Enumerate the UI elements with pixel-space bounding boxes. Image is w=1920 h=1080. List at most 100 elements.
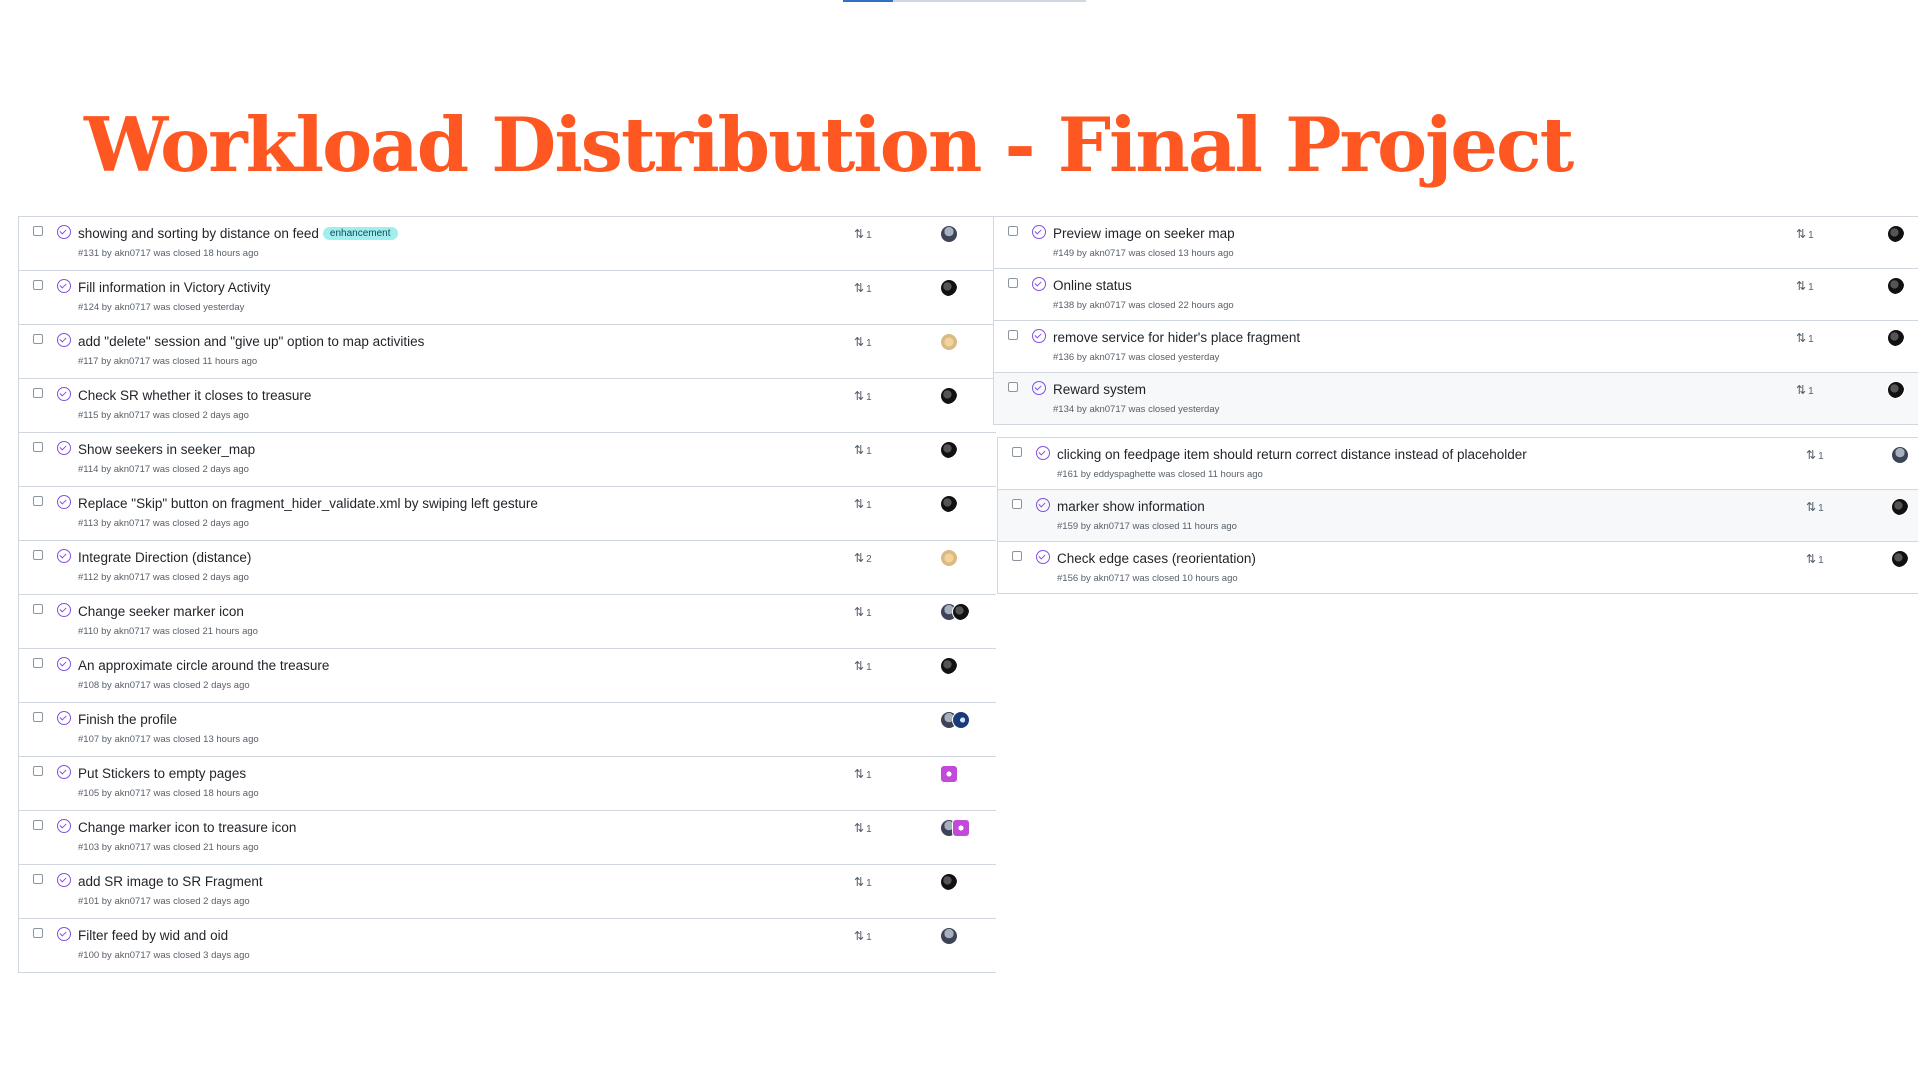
issue-title-link[interactable]: showing and sorting by distance on feed e…	[78, 226, 398, 241]
issue-checkbox[interactable]	[1008, 226, 1018, 236]
issue-checkbox[interactable]	[1008, 278, 1018, 288]
avatar[interactable]	[940, 387, 958, 405]
linked-pr-link[interactable]: ⇅ 1	[854, 443, 872, 457]
issue-row[interactable]: remove service for hider's place fragmen…	[994, 321, 1918, 373]
issue-title-link[interactable]: clicking on feedpage item should return …	[1057, 447, 1527, 462]
linked-pr-link[interactable]: ⇅ 1	[1796, 227, 1814, 241]
issue-title-link[interactable]: Show seekers in seeker_map	[78, 442, 255, 457]
issue-checkbox[interactable]	[33, 496, 43, 506]
linked-pr-link[interactable]: ⇅ 1	[854, 767, 872, 781]
avatar[interactable]	[940, 873, 958, 891]
linked-pr-link[interactable]: ⇅ 1	[854, 821, 872, 835]
avatar[interactable]	[1887, 225, 1905, 243]
issue-row[interactable]: add "delete" session and "give up" optio…	[19, 325, 996, 379]
issue-title-link[interactable]: An approximate circle around the treasur…	[78, 658, 329, 673]
linked-pr-link[interactable]: ⇅ 1	[854, 389, 872, 403]
avatar[interactable]	[952, 819, 970, 837]
avatar[interactable]	[940, 765, 958, 783]
issue-title-link[interactable]: add "delete" session and "give up" optio…	[78, 334, 424, 349]
issue-row[interactable]: Filter feed by wid and oid #100 by akn071…	[19, 919, 996, 972]
issue-title-link[interactable]: Replace "Skip" button on fragment_hider_…	[78, 496, 538, 511]
issue-row[interactable]: Change seeker marker icon #110 by akn0717…	[19, 595, 996, 649]
linked-pr-link[interactable]: ⇅ 1	[854, 497, 872, 511]
issue-checkbox[interactable]	[33, 550, 43, 560]
issue-checkbox[interactable]	[33, 820, 43, 830]
issue-checkbox[interactable]	[33, 712, 43, 722]
linked-pr-link[interactable]: ⇅ 1	[854, 659, 872, 673]
linked-pr-link[interactable]: ⇅ 1	[1796, 279, 1814, 293]
avatar[interactable]	[940, 441, 958, 459]
avatar[interactable]	[940, 495, 958, 513]
issue-row[interactable]: Integrate Direction (distance) #112 by ak…	[19, 541, 996, 595]
issue-checkbox[interactable]	[33, 280, 43, 290]
issue-title-link[interactable]: Put Stickers to empty pages	[78, 766, 246, 781]
issue-checkbox[interactable]	[1012, 551, 1022, 561]
issue-checkbox[interactable]	[1008, 330, 1018, 340]
issue-row[interactable]: Reward system #134 by akn0717 was closed …	[994, 373, 1918, 424]
issue-checkbox[interactable]	[33, 388, 43, 398]
avatar[interactable]	[940, 657, 958, 675]
issue-row[interactable]: Preview image on seeker map #149 by akn07…	[994, 217, 1918, 269]
issue-title-link[interactable]: Online status	[1053, 278, 1132, 293]
avatar[interactable]	[940, 549, 958, 567]
avatar[interactable]	[1891, 498, 1909, 516]
avatar[interactable]	[940, 927, 958, 945]
linked-pr-link[interactable]: ⇅ 1	[1796, 383, 1814, 397]
linked-pr-link[interactable]: ⇅ 1	[854, 875, 872, 889]
issue-title-link[interactable]: Check edge cases (reorientation)	[1057, 551, 1256, 566]
issue-row[interactable]: Show seekers in seeker_map #114 by akn071…	[19, 433, 996, 487]
issue-row[interactable]: marker show information #159 by akn0717 w…	[998, 490, 1918, 542]
issue-title-link[interactable]: Change marker icon to treasure icon	[78, 820, 296, 835]
avatar[interactable]	[952, 603, 970, 621]
issue-row[interactable]: Finish the profile #107 by akn0717 was cl…	[19, 703, 996, 757]
issue-row[interactable]: clicking on feedpage item should return …	[998, 438, 1918, 490]
issue-row[interactable]: add SR image to SR Fragment #101 by akn07…	[19, 865, 996, 919]
issue-row[interactable]: Fill information in Victory Activity #124…	[19, 271, 996, 325]
linked-pr-link[interactable]: ⇅ 1	[854, 281, 872, 295]
linked-pr-link[interactable]: ⇅ 1	[854, 929, 872, 943]
issue-title-link[interactable]: Change seeker marker icon	[78, 604, 244, 619]
issue-checkbox[interactable]	[33, 604, 43, 614]
issue-row[interactable]: Check SR whether it closes to treasure #1…	[19, 379, 996, 433]
issue-title-link[interactable]: Integrate Direction (distance)	[78, 550, 251, 565]
linked-pr-link[interactable]: ⇅ 1	[1806, 500, 1824, 514]
linked-pr-link[interactable]: ⇅ 1	[1796, 331, 1814, 345]
issue-row[interactable]: Change marker icon to treasure icon #103 …	[19, 811, 996, 865]
issue-checkbox[interactable]	[33, 766, 43, 776]
linked-pr-link[interactable]: ⇅ 1	[1806, 448, 1824, 462]
issue-row[interactable]: An approximate circle around the treasur…	[19, 649, 996, 703]
issue-checkbox[interactable]	[1012, 447, 1022, 457]
avatar[interactable]	[940, 279, 958, 297]
linked-pr-link[interactable]: ⇅ 1	[854, 227, 872, 241]
issue-title-link[interactable]: add SR image to SR Fragment	[78, 874, 263, 889]
issue-row[interactable]: Online status #138 by akn0717 was closed …	[994, 269, 1918, 321]
issue-checkbox[interactable]	[33, 874, 43, 884]
avatar[interactable]	[940, 333, 958, 351]
issue-checkbox[interactable]	[33, 658, 43, 668]
avatar[interactable]	[952, 711, 970, 729]
issue-row[interactable]: Check edge cases (reorientation) #156 by …	[998, 542, 1918, 593]
issue-checkbox[interactable]	[33, 226, 43, 236]
avatar[interactable]	[1887, 277, 1905, 295]
issue-row[interactable]: showing and sorting by distance on feed e…	[19, 217, 996, 271]
linked-pr-link[interactable]: ⇅ 2	[854, 551, 872, 565]
avatar[interactable]	[1887, 381, 1905, 399]
issue-title-link[interactable]: Fill information in Victory Activity	[78, 280, 271, 295]
issue-checkbox[interactable]	[33, 928, 43, 938]
issue-checkbox[interactable]	[33, 334, 43, 344]
avatar[interactable]	[940, 225, 958, 243]
issue-title-link[interactable]: marker show information	[1057, 499, 1205, 514]
avatar[interactable]	[1887, 329, 1905, 347]
avatar[interactable]	[1891, 550, 1909, 568]
linked-pr-link[interactable]: ⇅ 1	[854, 335, 872, 349]
issue-checkbox[interactable]	[33, 442, 43, 452]
issue-title-link[interactable]: Finish the profile	[78, 712, 177, 727]
avatar[interactable]	[1891, 446, 1909, 464]
issue-title-link[interactable]: remove service for hider's place fragmen…	[1053, 330, 1300, 345]
issue-title-link[interactable]: Reward system	[1053, 382, 1146, 397]
linked-pr-link[interactable]: ⇅ 1	[854, 605, 872, 619]
issue-checkbox[interactable]	[1008, 382, 1018, 392]
issue-checkbox[interactable]	[1012, 499, 1022, 509]
label-badge[interactable]: enhancement	[322, 227, 398, 240]
linked-pr-link[interactable]: ⇅ 1	[1806, 552, 1824, 566]
